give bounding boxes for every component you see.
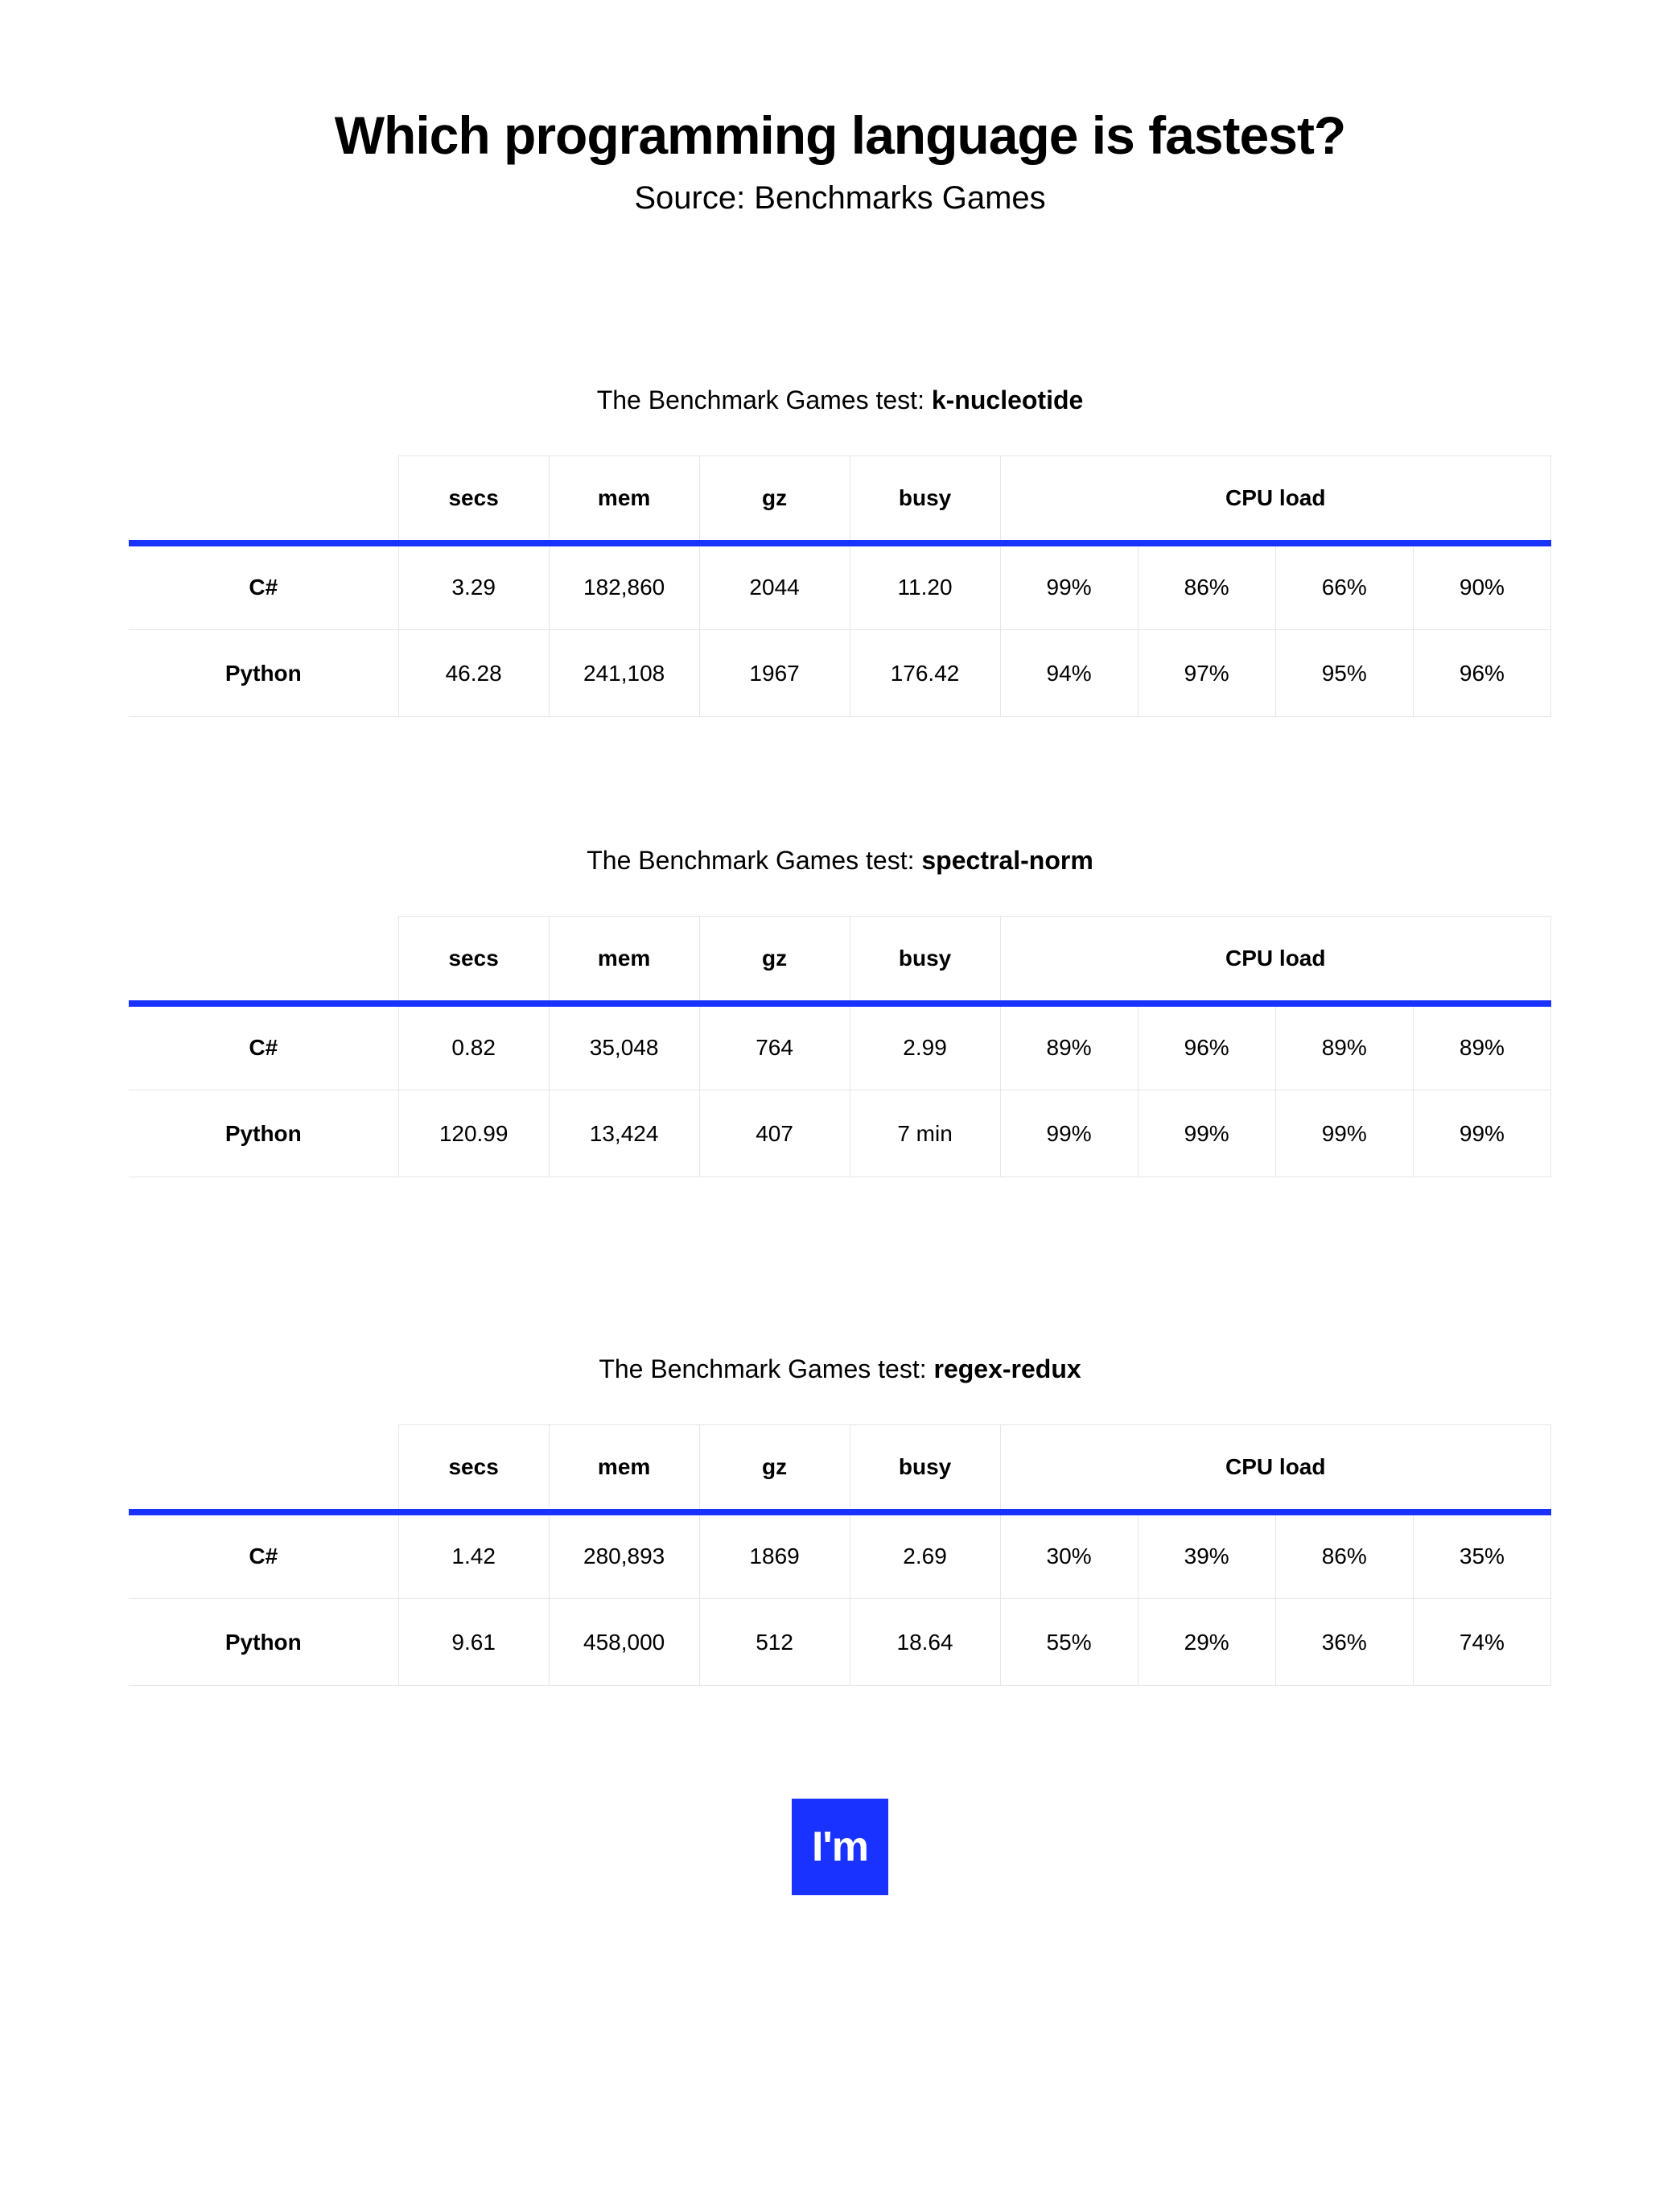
lang-label: C# [129, 543, 398, 630]
cell-cpu: 89% [1413, 1004, 1550, 1090]
cell-cpu: 95% [1275, 630, 1413, 717]
test-name: regex-redux [933, 1354, 1081, 1383]
brand-logo-icon: I'm [792, 1799, 888, 1895]
cell-cpu: 99% [1413, 1090, 1550, 1177]
col-secs: secs [398, 917, 549, 1004]
col-mem: mem [549, 917, 699, 1004]
cell-cpu: 94% [1000, 630, 1138, 717]
col-cpu-load: CPU load [1000, 1425, 1550, 1512]
cell-cpu: 96% [1413, 630, 1550, 717]
benchmark-table: secs mem gz busy CPU load C# 3.29 182,86… [129, 455, 1551, 717]
cell-busy: 2.69 [850, 1512, 1000, 1599]
table-caption: The Benchmark Games test: regex-redux [129, 1354, 1551, 1384]
col-mem: mem [549, 456, 699, 543]
lang-label: Python [129, 1599, 398, 1686]
col-cpu-load: CPU load [1000, 456, 1550, 543]
col-busy: busy [850, 917, 1000, 1004]
page-title: Which programming language is fastest? [129, 105, 1551, 166]
test-name: spectral-norm [921, 846, 1093, 875]
cell-cpu: 39% [1138, 1512, 1275, 1599]
cell-cpu: 99% [1138, 1090, 1275, 1177]
col-mem: mem [549, 1425, 699, 1512]
caption-prefix: The Benchmark Games test: [587, 846, 921, 875]
cell-mem: 280,893 [549, 1512, 699, 1599]
lang-label: C# [129, 1004, 398, 1090]
cell-mem: 35,048 [549, 1004, 699, 1090]
col-gz: gz [699, 1425, 850, 1512]
table-caption: The Benchmark Games test: k-nucleotide [129, 385, 1551, 415]
cell-secs: 3.29 [398, 543, 549, 630]
cell-mem: 13,424 [549, 1090, 699, 1177]
cell-busy: 7 min [850, 1090, 1000, 1177]
col-secs: secs [398, 1425, 549, 1512]
table-corner [129, 917, 398, 1004]
lang-label: C# [129, 1512, 398, 1599]
cell-cpu: 86% [1138, 543, 1275, 630]
cell-cpu: 74% [1413, 1599, 1550, 1686]
cell-cpu: 99% [1000, 543, 1138, 630]
cell-cpu: 99% [1000, 1090, 1138, 1177]
footer-logo-wrap: I'm [129, 1799, 1551, 1895]
cell-secs: 120.99 [398, 1090, 549, 1177]
cell-cpu: 99% [1275, 1090, 1413, 1177]
page-subtitle: Source: Benchmarks Games [129, 180, 1551, 216]
cell-secs: 1.42 [398, 1512, 549, 1599]
col-gz: gz [699, 917, 850, 1004]
col-busy: busy [850, 456, 1000, 543]
col-busy: busy [850, 1425, 1000, 1512]
cell-cpu: 89% [1000, 1004, 1138, 1090]
cell-cpu: 55% [1000, 1599, 1138, 1686]
col-secs: secs [398, 456, 549, 543]
cell-cpu: 97% [1138, 630, 1275, 717]
cell-cpu: 96% [1138, 1004, 1275, 1090]
caption-prefix: The Benchmark Games test: [597, 385, 932, 414]
benchmark-table-1: The Benchmark Games test: spectral-norm … [129, 846, 1551, 1177]
cell-busy: 11.20 [850, 543, 1000, 630]
cell-gz: 512 [699, 1599, 850, 1686]
cell-gz: 2044 [699, 543, 850, 630]
cell-gz: 1967 [699, 630, 850, 717]
table-row: Python 120.99 13,424 407 7 min 99% 99% 9… [129, 1090, 1551, 1177]
cell-cpu: 89% [1275, 1004, 1413, 1090]
cell-busy: 176.42 [850, 630, 1000, 717]
cell-secs: 9.61 [398, 1599, 549, 1686]
col-cpu-load: CPU load [1000, 917, 1550, 1004]
cell-busy: 18.64 [850, 1599, 1000, 1686]
cell-mem: 182,860 [549, 543, 699, 630]
cell-gz: 407 [699, 1090, 850, 1177]
benchmark-table-0: The Benchmark Games test: k-nucleotide s… [129, 385, 1551, 717]
cell-cpu: 35% [1413, 1512, 1550, 1599]
table-row: C# 3.29 182,860 2044 11.20 99% 86% 66% 9… [129, 543, 1551, 630]
cell-cpu: 36% [1275, 1599, 1413, 1686]
benchmark-table: secs mem gz busy CPU load C# 0.82 35,048… [129, 916, 1551, 1177]
cell-mem: 241,108 [549, 630, 699, 717]
table-row: Python 9.61 458,000 512 18.64 55% 29% 36… [129, 1599, 1551, 1686]
cell-gz: 1869 [699, 1512, 850, 1599]
cell-secs: 46.28 [398, 630, 549, 717]
caption-prefix: The Benchmark Games test: [599, 1354, 933, 1383]
cell-cpu: 30% [1000, 1512, 1138, 1599]
table-row: C# 1.42 280,893 1869 2.69 30% 39% 86% 35… [129, 1512, 1551, 1599]
cell-mem: 458,000 [549, 1599, 699, 1686]
table-corner [129, 456, 398, 543]
benchmark-table-2: The Benchmark Games test: regex-redux se… [129, 1354, 1551, 1686]
cell-cpu: 86% [1275, 1512, 1413, 1599]
table-corner [129, 1425, 398, 1512]
benchmark-table: secs mem gz busy CPU load C# 1.42 280,89… [129, 1424, 1551, 1686]
table-row: Python 46.28 241,108 1967 176.42 94% 97%… [129, 630, 1551, 717]
col-gz: gz [699, 456, 850, 543]
cell-gz: 764 [699, 1004, 850, 1090]
cell-cpu: 90% [1413, 543, 1550, 630]
cell-cpu: 29% [1138, 1599, 1275, 1686]
table-caption: The Benchmark Games test: spectral-norm [129, 846, 1551, 876]
cell-secs: 0.82 [398, 1004, 549, 1090]
test-name: k-nucleotide [932, 385, 1083, 414]
lang-label: Python [129, 1090, 398, 1177]
cell-busy: 2.99 [850, 1004, 1000, 1090]
cell-cpu: 66% [1275, 543, 1413, 630]
table-row: C# 0.82 35,048 764 2.99 89% 96% 89% 89% [129, 1004, 1551, 1090]
lang-label: Python [129, 630, 398, 717]
